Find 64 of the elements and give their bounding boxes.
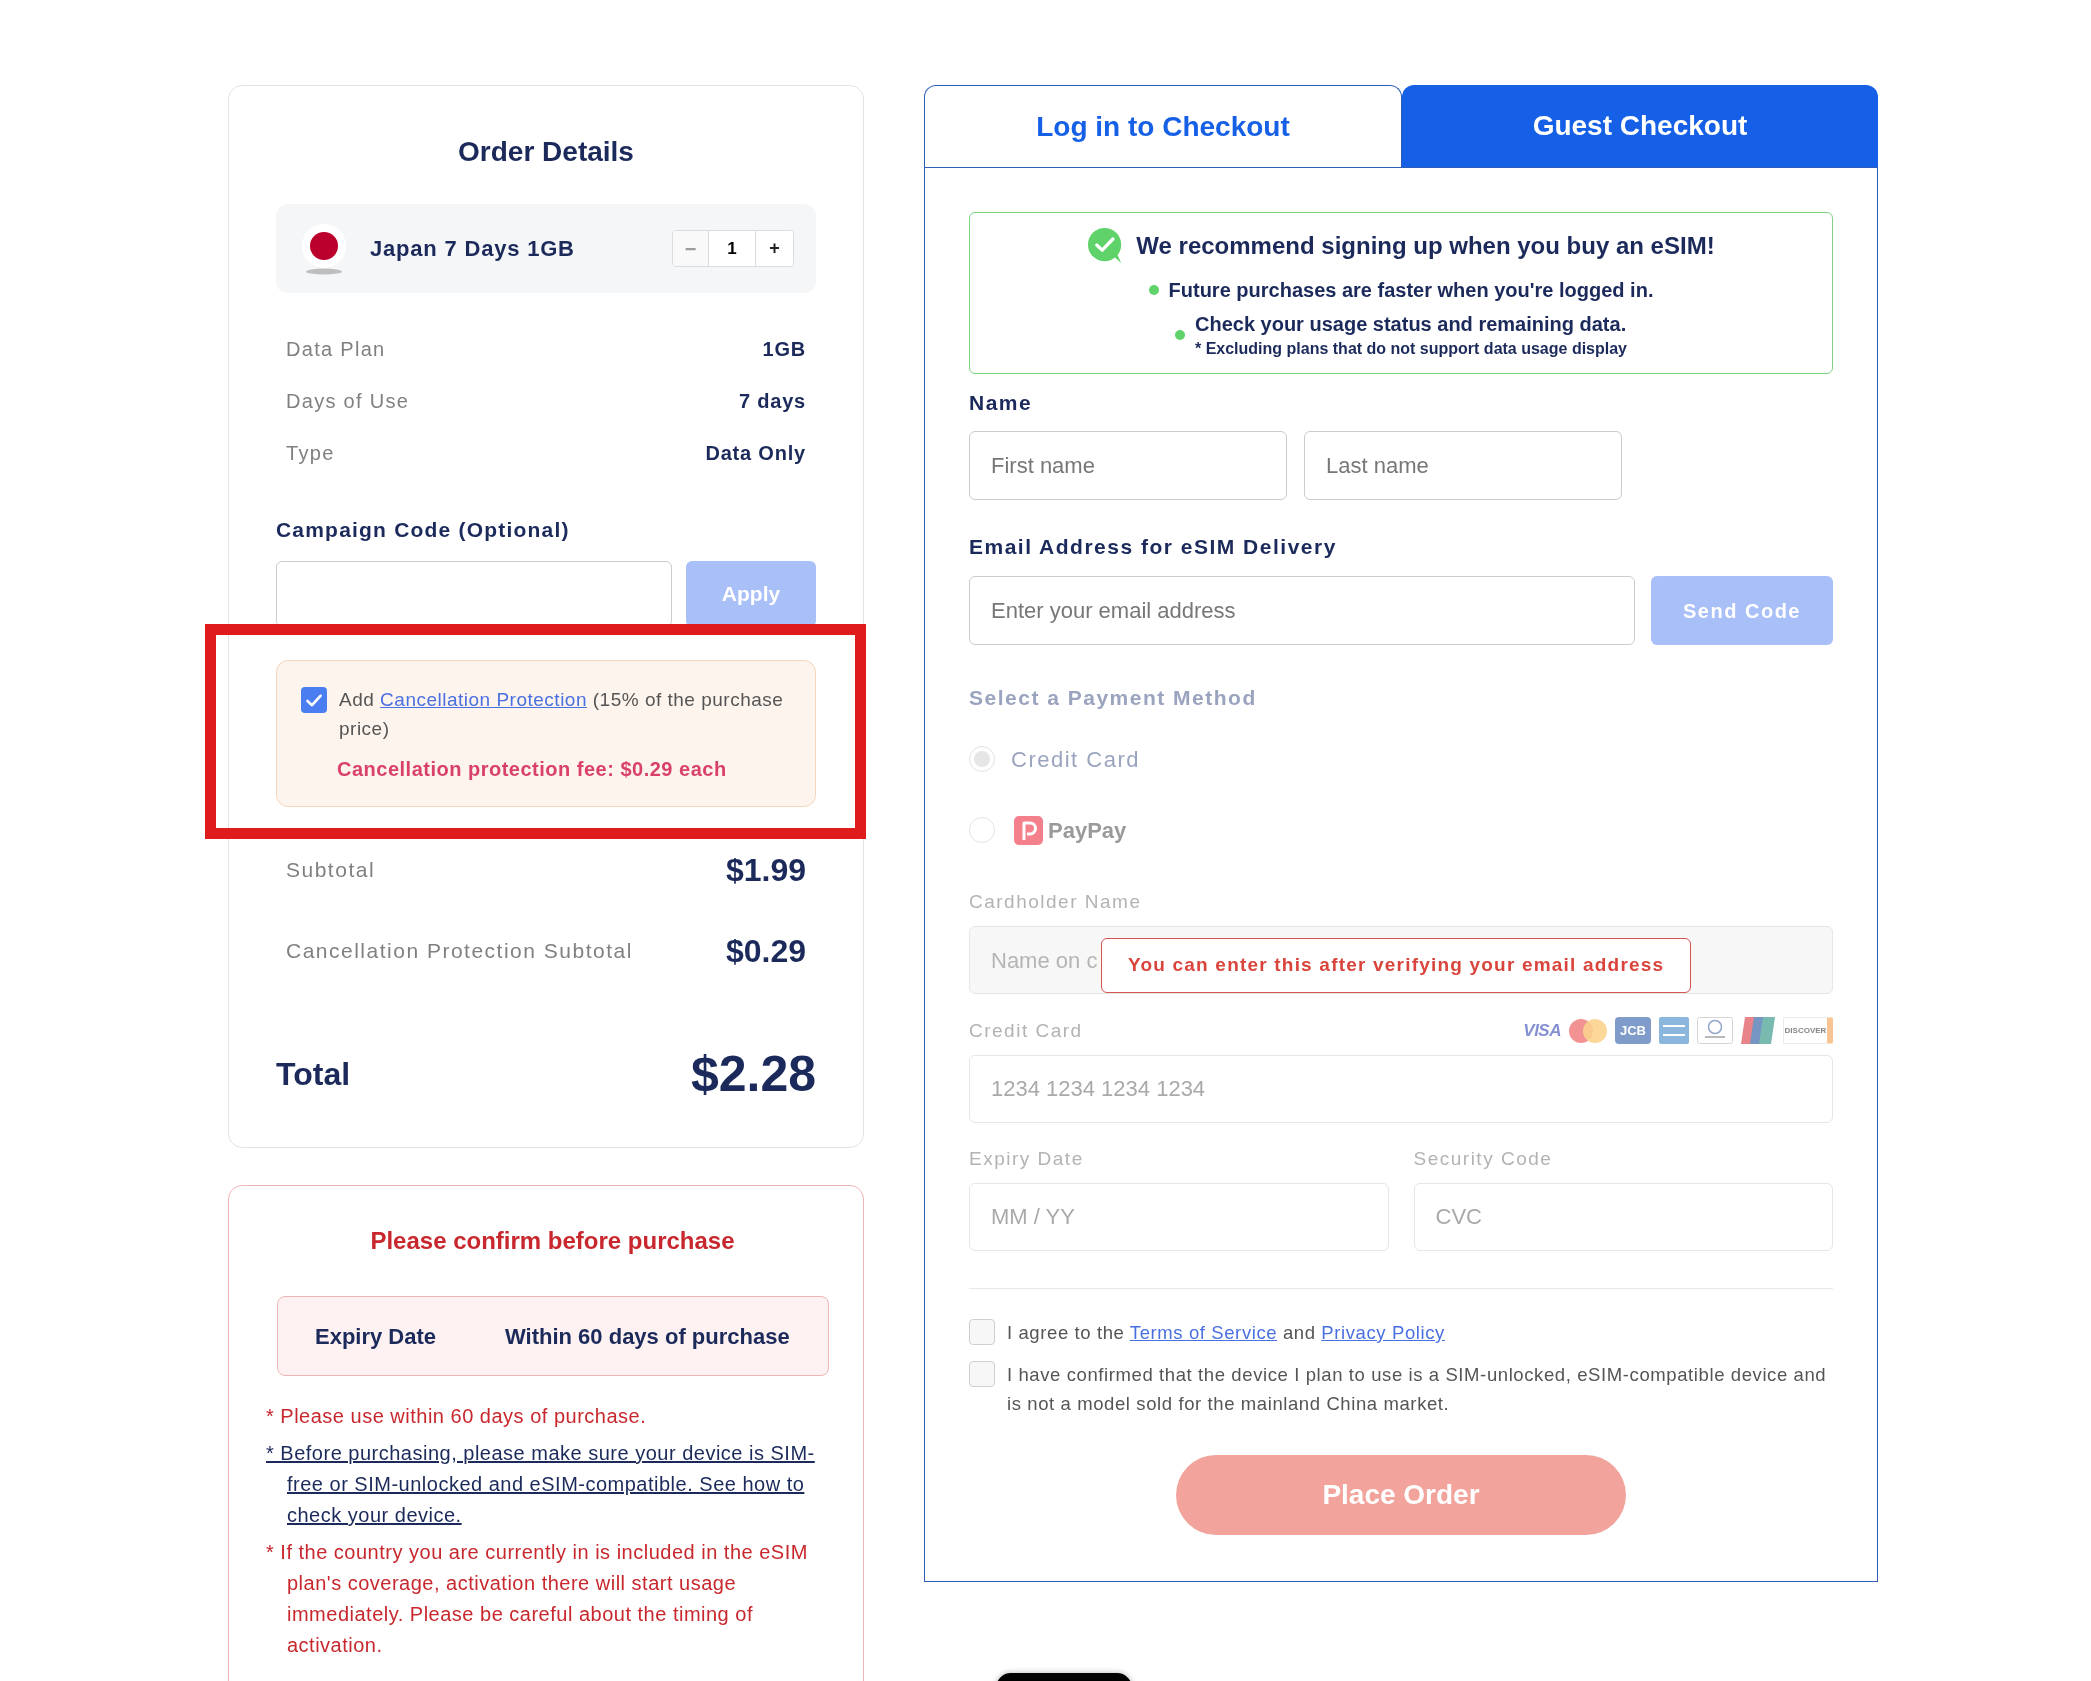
payment-option-label: Credit Card	[1011, 745, 1140, 774]
circle-logo-icon	[1697, 1017, 1733, 1044]
warning-note: * If the country you are currently in is included in the eSIM plan's coverage, activation there will start usage immediately. Please be careful about the timing of activation.	[266, 1540, 809, 1658]
payment-option-label: PayPay	[1048, 816, 1127, 845]
cardholder-label: Cardholder Name	[969, 890, 1143, 914]
app-logo-icon	[1014, 815, 1043, 845]
checkout-tab[interactable]: Log in to Checkout	[924, 85, 1402, 167]
expiry-date-label: Expiry Date	[969, 1147, 1085, 1171]
consent-link[interactable]: Terms of Service	[1129, 1322, 1278, 1343]
checkout-tab[interactable]: Guest Checkout	[1402, 85, 1878, 167]
name-field[interactable]: First name	[969, 431, 1287, 500]
payment-method-label: Select a Payment Method	[969, 685, 1258, 711]
striped-card-icon	[1741, 1017, 1775, 1044]
bullet-icon	[1148, 285, 1159, 295]
summary-label: Subtotal	[286, 857, 376, 884]
device-check-link[interactable]: * Before purchasing, please make sure your device is SIM-free or SIM-unlocked and eSIM-compatible. See how to check your device.	[266, 1438, 839, 1531]
card-number-label: Credit Card	[969, 1018, 1083, 1043]
spec-value: 1GB	[762, 337, 806, 362]
checkbox[interactable]	[969, 1361, 995, 1387]
email-label: Email Address for eSIM Delivery	[969, 534, 1338, 560]
bullet-icon	[1174, 330, 1185, 340]
spec-label: Days of Use	[286, 389, 410, 414]
consent-text: I agree to the Terms of Service and Privacy Policy	[1007, 1321, 1445, 1345]
card-logo-icon	[1659, 1017, 1689, 1044]
total-value: $2.28	[690, 1049, 816, 1099]
expiry-value: Within 60 days of purchase	[505, 1322, 790, 1351]
quantity-field[interactable]: 1	[708, 231, 756, 266]
spec-value: 7 days	[738, 389, 806, 414]
recommendation-title: We recommend signing up when you buy an eSIM!	[1136, 230, 1715, 261]
spec-label: Type	[286, 441, 335, 466]
overlapping-circles-icon	[1569, 1018, 1607, 1043]
consent-link[interactable]: Privacy Policy	[1321, 1322, 1445, 1343]
summary-value: $1.99	[725, 851, 806, 890]
checkbox[interactable]	[969, 1319, 995, 1345]
spec-value: Data Only	[705, 441, 806, 466]
recommendation-note: * Excluding plans that do not support data usage display	[1194, 339, 1627, 359]
spec-label: Data Plan	[286, 337, 386, 362]
campaign-code-label: Campaign Code (Optional)	[276, 517, 571, 543]
recommendation-point: Check your usage status and remaining data.	[1194, 312, 1627, 337]
summary-label: Cancellation Protection Subtotal	[286, 938, 633, 965]
discover-logo: DISCOVER	[1783, 1017, 1833, 1044]
expiry-label: Expiry Date	[315, 1322, 438, 1351]
card-title: Order Details	[457, 135, 635, 169]
flag-icon	[300, 222, 348, 275]
summary-value: $0.29	[725, 932, 806, 971]
consent-text: I have confirmed that the device I plan to use is a SIM-unlocked, eSIM-compatible device and is not a model sold for the mainland China market.	[1007, 1363, 1828, 1416]
protection-fee: Cancellation protection fee: $0.29 each	[337, 757, 728, 782]
checkmark-icon	[306, 693, 322, 707]
total-label: Total	[276, 1055, 351, 1094]
cancellation-protection-link[interactable]: Cancellation Protection	[380, 689, 587, 710]
protection-text: Add Cancellation Protection (15% of the purchase price)	[339, 688, 785, 741]
checkbox[interactable]	[301, 687, 327, 713]
notice-title: Please confirm before purchase	[369, 1226, 736, 1256]
recommendation-point: Future purchases are faster when you're logged in.	[1168, 278, 1654, 303]
email-field[interactable]: Enter your email address	[969, 576, 1635, 645]
visa-logo: VISA	[1523, 1020, 1561, 1042]
campaign-code-field[interactable]	[276, 561, 672, 627]
security-code-label: Security Code	[1413, 1147, 1554, 1171]
product-name: Japan 7 Days 1GB	[370, 235, 575, 263]
jcb-logo: JCB	[1615, 1017, 1651, 1044]
notice-tooltip: You can enter this after verifying your email address	[1101, 938, 1692, 993]
warning-note: * Please use within 60 days of purchase.	[266, 1404, 648, 1429]
name-field[interactable]: Last name	[1304, 431, 1622, 500]
name-label: Name	[969, 390, 1034, 416]
